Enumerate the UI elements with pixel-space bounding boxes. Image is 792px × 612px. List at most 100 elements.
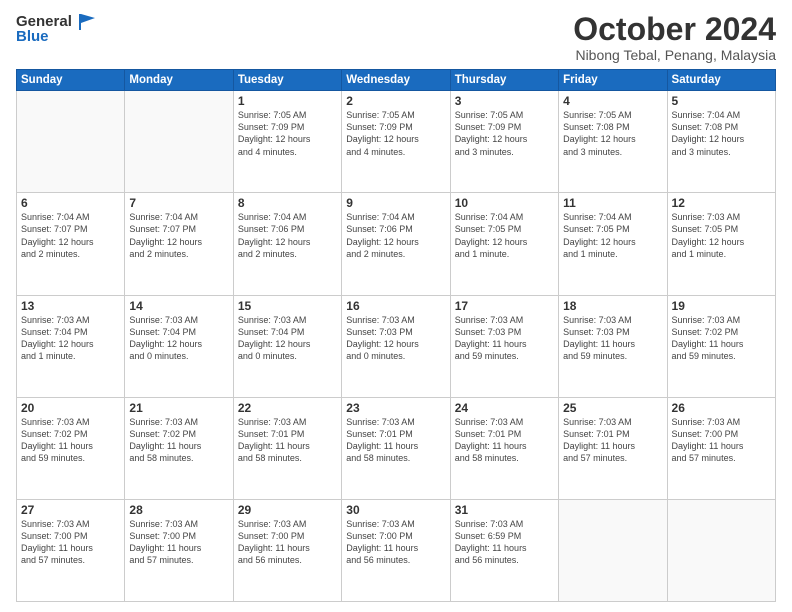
col-header-saturday: Saturday xyxy=(667,70,775,91)
calendar-cell: 3Sunrise: 7:05 AM Sunset: 7:09 PM Daylig… xyxy=(450,91,558,193)
week-row-2: 6Sunrise: 7:04 AM Sunset: 7:07 PM Daylig… xyxy=(17,193,776,295)
day-number: 5 xyxy=(672,94,771,108)
calendar-cell xyxy=(559,499,667,601)
calendar-cell: 6Sunrise: 7:04 AM Sunset: 7:07 PM Daylig… xyxy=(17,193,125,295)
calendar-cell: 31Sunrise: 7:03 AM Sunset: 6:59 PM Dayli… xyxy=(450,499,558,601)
day-number: 2 xyxy=(346,94,445,108)
week-row-4: 20Sunrise: 7:03 AM Sunset: 7:02 PM Dayli… xyxy=(17,397,776,499)
col-header-monday: Monday xyxy=(125,70,233,91)
day-info: Sunrise: 7:03 AM Sunset: 7:03 PM Dayligh… xyxy=(563,314,662,363)
day-info: Sunrise: 7:03 AM Sunset: 7:02 PM Dayligh… xyxy=(129,416,228,465)
day-number: 23 xyxy=(346,401,445,415)
day-number: 8 xyxy=(238,196,337,210)
day-number: 24 xyxy=(455,401,554,415)
week-row-3: 13Sunrise: 7:03 AM Sunset: 7:04 PM Dayli… xyxy=(17,295,776,397)
calendar-cell: 22Sunrise: 7:03 AM Sunset: 7:01 PM Dayli… xyxy=(233,397,341,499)
calendar-cell: 14Sunrise: 7:03 AM Sunset: 7:04 PM Dayli… xyxy=(125,295,233,397)
calendar-cell: 23Sunrise: 7:03 AM Sunset: 7:01 PM Dayli… xyxy=(342,397,450,499)
calendar-cell: 4Sunrise: 7:05 AM Sunset: 7:08 PM Daylig… xyxy=(559,91,667,193)
calendar-cell: 20Sunrise: 7:03 AM Sunset: 7:02 PM Dayli… xyxy=(17,397,125,499)
day-number: 29 xyxy=(238,503,337,517)
col-header-thursday: Thursday xyxy=(450,70,558,91)
calendar-table: SundayMondayTuesdayWednesdayThursdayFrid… xyxy=(16,69,776,602)
week-row-1: 1Sunrise: 7:05 AM Sunset: 7:09 PM Daylig… xyxy=(17,91,776,193)
calendar-cell: 12Sunrise: 7:03 AM Sunset: 7:05 PM Dayli… xyxy=(667,193,775,295)
day-number: 16 xyxy=(346,299,445,313)
calendar-cell: 24Sunrise: 7:03 AM Sunset: 7:01 PM Dayli… xyxy=(450,397,558,499)
day-info: Sunrise: 7:04 AM Sunset: 7:08 PM Dayligh… xyxy=(672,109,771,158)
day-number: 13 xyxy=(21,299,120,313)
calendar-cell: 2Sunrise: 7:05 AM Sunset: 7:09 PM Daylig… xyxy=(342,91,450,193)
day-info: Sunrise: 7:03 AM Sunset: 7:04 PM Dayligh… xyxy=(238,314,337,363)
calendar-cell: 30Sunrise: 7:03 AM Sunset: 7:00 PM Dayli… xyxy=(342,499,450,601)
day-info: Sunrise: 7:05 AM Sunset: 7:09 PM Dayligh… xyxy=(346,109,445,158)
calendar-cell xyxy=(125,91,233,193)
calendar-cell: 8Sunrise: 7:04 AM Sunset: 7:06 PM Daylig… xyxy=(233,193,341,295)
calendar-cell: 29Sunrise: 7:03 AM Sunset: 7:00 PM Dayli… xyxy=(233,499,341,601)
calendar-cell: 9Sunrise: 7:04 AM Sunset: 7:06 PM Daylig… xyxy=(342,193,450,295)
col-header-sunday: Sunday xyxy=(17,70,125,91)
col-header-tuesday: Tuesday xyxy=(233,70,341,91)
calendar-cell: 28Sunrise: 7:03 AM Sunset: 7:00 PM Dayli… xyxy=(125,499,233,601)
day-number: 11 xyxy=(563,196,662,210)
calendar-cell: 11Sunrise: 7:04 AM Sunset: 7:05 PM Dayli… xyxy=(559,193,667,295)
day-info: Sunrise: 7:03 AM Sunset: 7:00 PM Dayligh… xyxy=(672,416,771,465)
week-row-5: 27Sunrise: 7:03 AM Sunset: 7:00 PM Dayli… xyxy=(17,499,776,601)
day-info: Sunrise: 7:04 AM Sunset: 7:06 PM Dayligh… xyxy=(346,211,445,260)
day-number: 6 xyxy=(21,196,120,210)
header: General Blue October 2024 Nibong Tebal, … xyxy=(16,12,776,63)
day-number: 19 xyxy=(672,299,771,313)
calendar-cell: 17Sunrise: 7:03 AM Sunset: 7:03 PM Dayli… xyxy=(450,295,558,397)
day-info: Sunrise: 7:03 AM Sunset: 7:01 PM Dayligh… xyxy=(346,416,445,465)
day-info: Sunrise: 7:05 AM Sunset: 7:08 PM Dayligh… xyxy=(563,109,662,158)
day-info: Sunrise: 7:03 AM Sunset: 7:00 PM Dayligh… xyxy=(346,518,445,567)
day-info: Sunrise: 7:03 AM Sunset: 7:02 PM Dayligh… xyxy=(21,416,120,465)
day-number: 20 xyxy=(21,401,120,415)
day-number: 3 xyxy=(455,94,554,108)
col-header-friday: Friday xyxy=(559,70,667,91)
calendar-cell: 26Sunrise: 7:03 AM Sunset: 7:00 PM Dayli… xyxy=(667,397,775,499)
day-info: Sunrise: 7:03 AM Sunset: 7:02 PM Dayligh… xyxy=(672,314,771,363)
day-info: Sunrise: 7:04 AM Sunset: 7:06 PM Dayligh… xyxy=(238,211,337,260)
day-info: Sunrise: 7:03 AM Sunset: 7:03 PM Dayligh… xyxy=(346,314,445,363)
day-number: 9 xyxy=(346,196,445,210)
day-number: 28 xyxy=(129,503,228,517)
day-info: Sunrise: 7:03 AM Sunset: 7:05 PM Dayligh… xyxy=(672,211,771,260)
title-block: October 2024 Nibong Tebal, Penang, Malay… xyxy=(573,12,776,63)
day-info: Sunrise: 7:04 AM Sunset: 7:05 PM Dayligh… xyxy=(563,211,662,260)
logo: General Blue xyxy=(16,12,99,45)
day-number: 10 xyxy=(455,196,554,210)
calendar-cell: 5Sunrise: 7:04 AM Sunset: 7:08 PM Daylig… xyxy=(667,91,775,193)
day-info: Sunrise: 7:03 AM Sunset: 7:00 PM Dayligh… xyxy=(129,518,228,567)
day-number: 27 xyxy=(21,503,120,517)
calendar-cell xyxy=(667,499,775,601)
calendar-cell: 19Sunrise: 7:03 AM Sunset: 7:02 PM Dayli… xyxy=(667,295,775,397)
day-number: 22 xyxy=(238,401,337,415)
day-info: Sunrise: 7:03 AM Sunset: 7:03 PM Dayligh… xyxy=(455,314,554,363)
day-number: 25 xyxy=(563,401,662,415)
day-info: Sunrise: 7:04 AM Sunset: 7:07 PM Dayligh… xyxy=(21,211,120,260)
calendar-cell: 16Sunrise: 7:03 AM Sunset: 7:03 PM Dayli… xyxy=(342,295,450,397)
day-number: 7 xyxy=(129,196,228,210)
day-info: Sunrise: 7:03 AM Sunset: 7:01 PM Dayligh… xyxy=(563,416,662,465)
day-info: Sunrise: 7:03 AM Sunset: 7:04 PM Dayligh… xyxy=(21,314,120,363)
day-info: Sunrise: 7:03 AM Sunset: 7:01 PM Dayligh… xyxy=(238,416,337,465)
day-info: Sunrise: 7:04 AM Sunset: 7:07 PM Dayligh… xyxy=(129,211,228,260)
day-number: 31 xyxy=(455,503,554,517)
day-number: 14 xyxy=(129,299,228,313)
day-number: 17 xyxy=(455,299,554,313)
day-info: Sunrise: 7:05 AM Sunset: 7:09 PM Dayligh… xyxy=(238,109,337,158)
day-info: Sunrise: 7:04 AM Sunset: 7:05 PM Dayligh… xyxy=(455,211,554,260)
day-number: 4 xyxy=(563,94,662,108)
logo-flag-icon xyxy=(77,12,99,32)
day-info: Sunrise: 7:03 AM Sunset: 7:00 PM Dayligh… xyxy=(238,518,337,567)
calendar-cell: 27Sunrise: 7:03 AM Sunset: 7:00 PM Dayli… xyxy=(17,499,125,601)
calendar-cell: 25Sunrise: 7:03 AM Sunset: 7:01 PM Dayli… xyxy=(559,397,667,499)
calendar-cell: 13Sunrise: 7:03 AM Sunset: 7:04 PM Dayli… xyxy=(17,295,125,397)
calendar-cell: 18Sunrise: 7:03 AM Sunset: 7:03 PM Dayli… xyxy=(559,295,667,397)
day-info: Sunrise: 7:03 AM Sunset: 7:04 PM Dayligh… xyxy=(129,314,228,363)
day-number: 12 xyxy=(672,196,771,210)
calendar-cell: 10Sunrise: 7:04 AM Sunset: 7:05 PM Dayli… xyxy=(450,193,558,295)
calendar-cell: 1Sunrise: 7:05 AM Sunset: 7:09 PM Daylig… xyxy=(233,91,341,193)
day-info: Sunrise: 7:03 AM Sunset: 7:00 PM Dayligh… xyxy=(21,518,120,567)
